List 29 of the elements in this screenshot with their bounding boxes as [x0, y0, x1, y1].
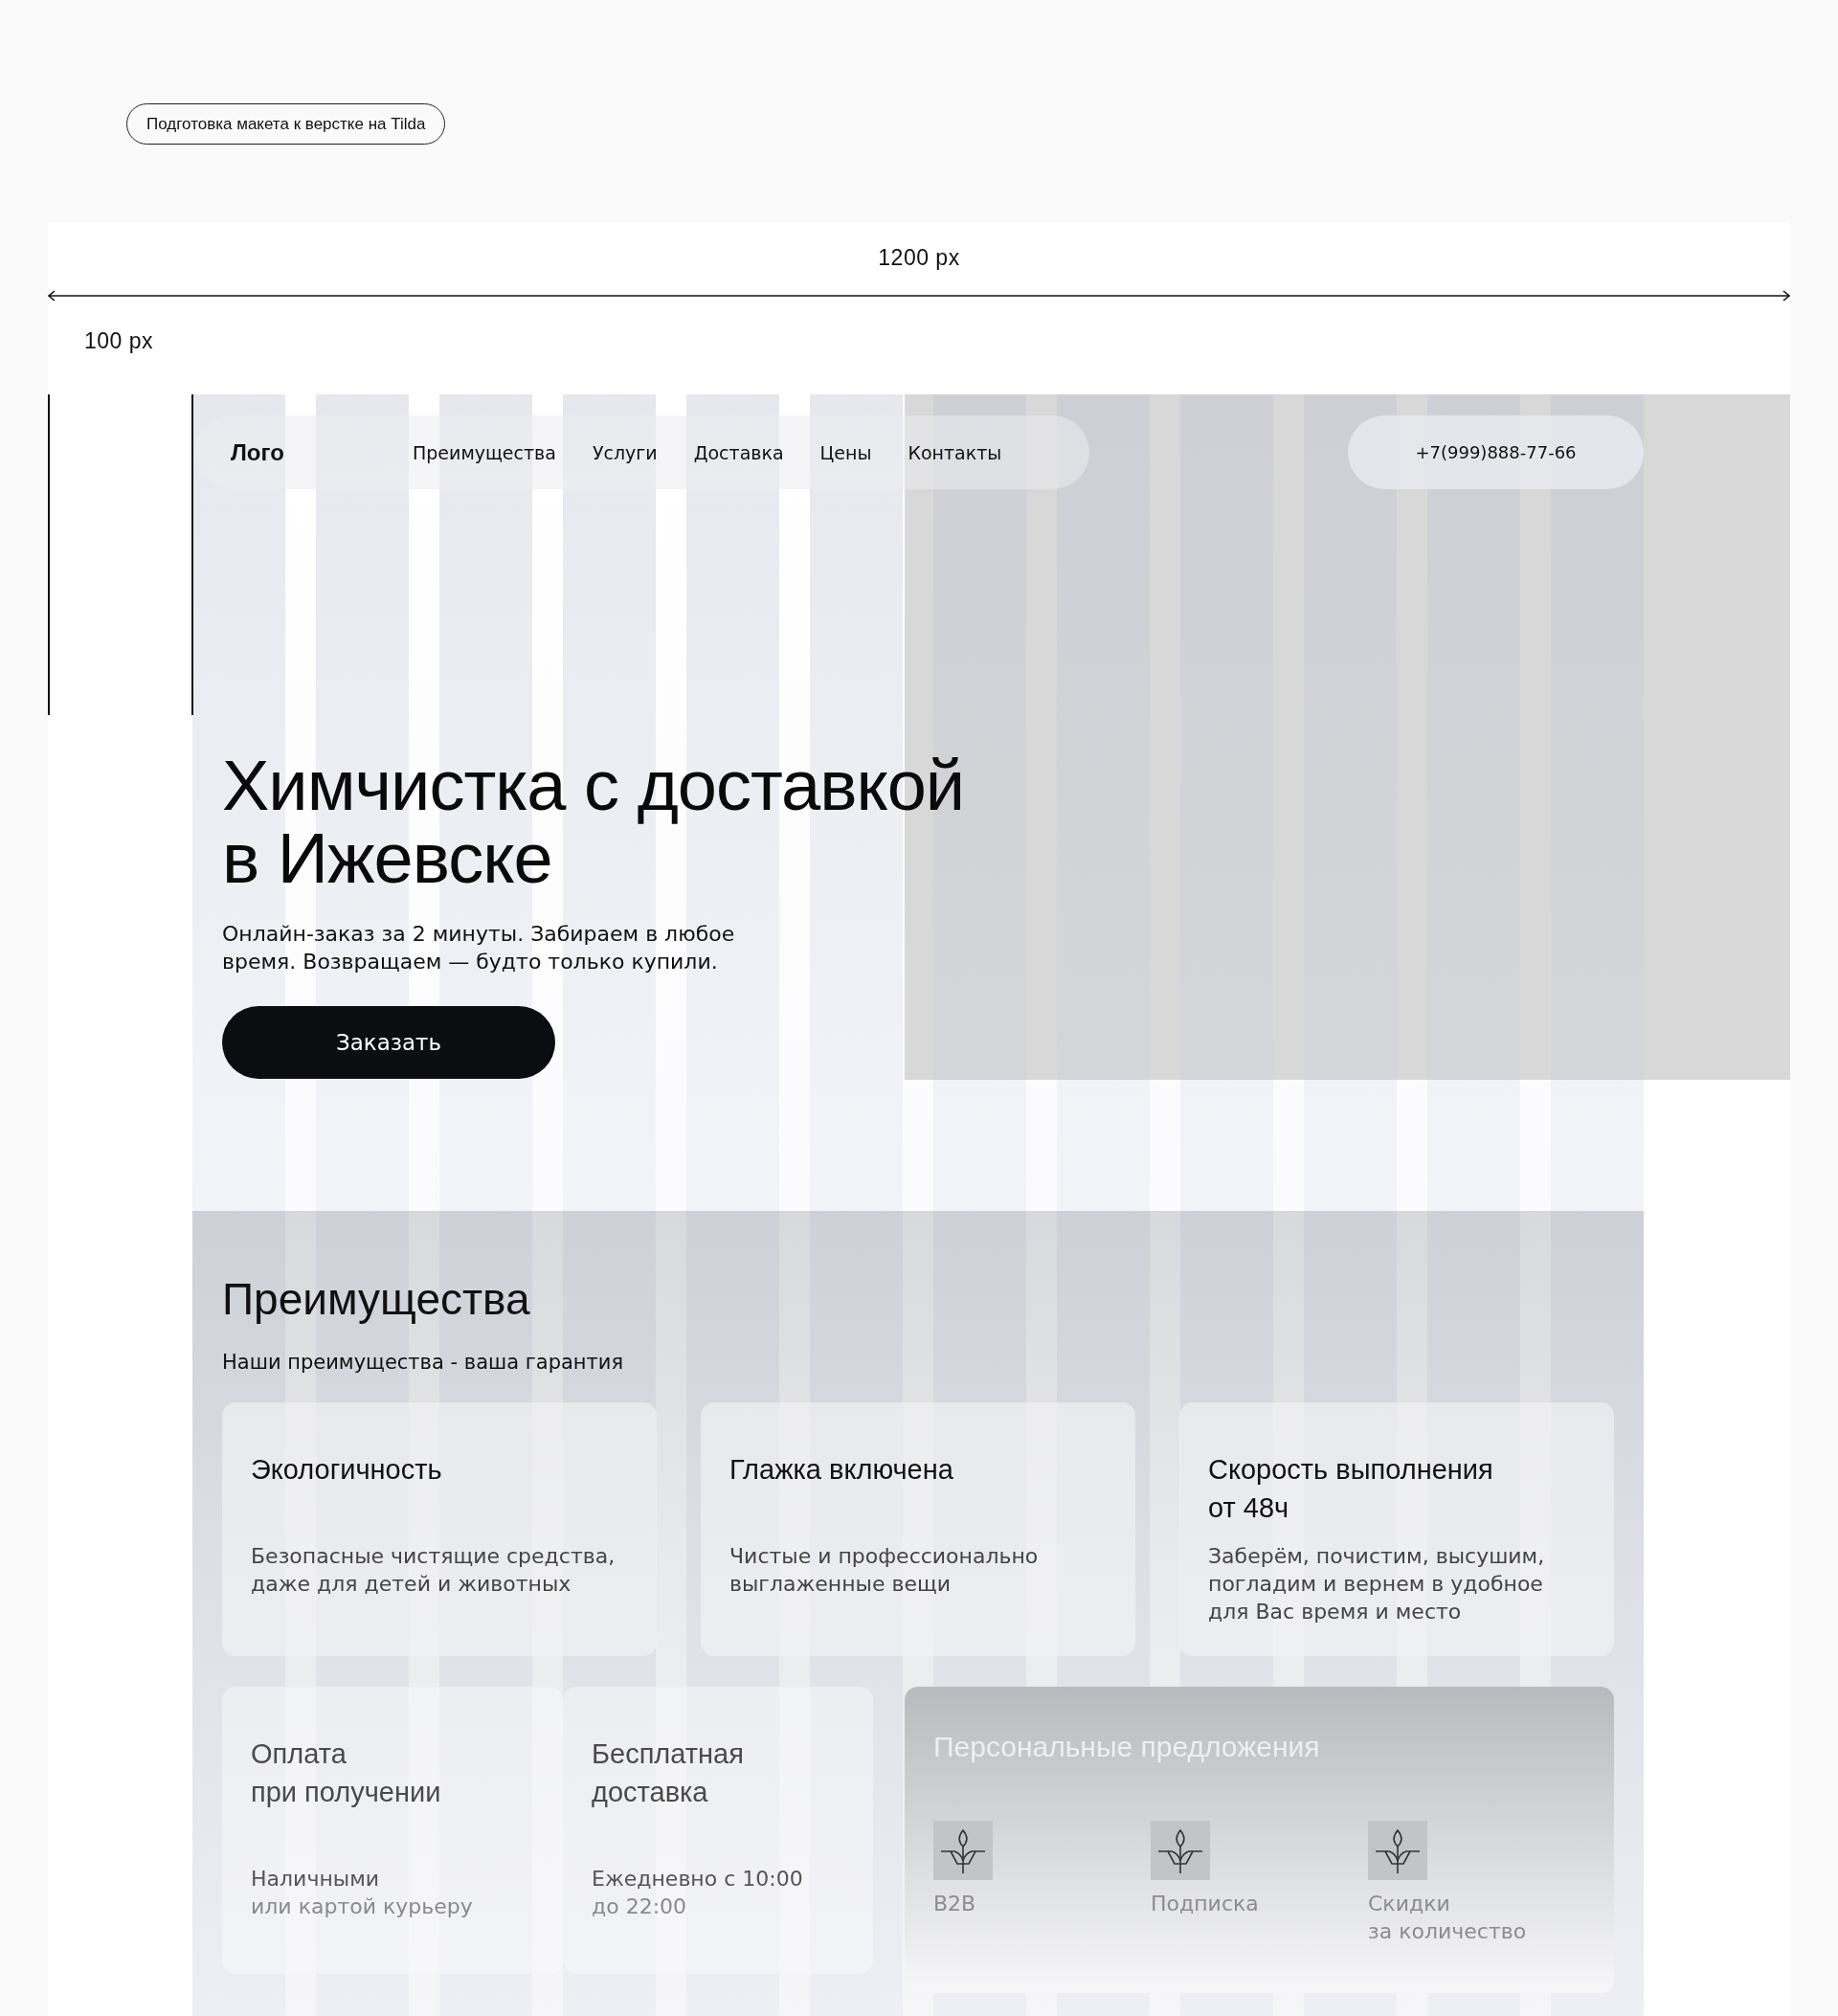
- card-title: Глажка включена: [729, 1453, 954, 1487]
- margin-label: 100 px: [84, 328, 154, 354]
- card-title: Оплата при получении: [251, 1737, 442, 1809]
- section-subtitle: Наши преимущества - ваша гарантия: [222, 1351, 625, 1374]
- lotus-icon: [933, 1821, 993, 1880]
- lotus-icon: [1151, 1821, 1210, 1880]
- nav-link[interactable]: Услуги: [592, 441, 658, 463]
- order-button[interactable]: Заказать: [222, 1006, 555, 1079]
- section-title: Преимущества: [222, 1273, 531, 1326]
- card-text: Наличными: [251, 1866, 381, 1893]
- nav-link[interactable]: Преимущества: [413, 441, 556, 463]
- card-text: Чистые и профессионально выглаженные вещи: [729, 1543, 1040, 1598]
- width-label: 1200 px: [878, 245, 960, 271]
- nav-link[interactable]: Контакты: [908, 441, 1002, 463]
- hero-title: Химчистка с доставкой в Ижевске: [222, 750, 966, 895]
- nav-link[interactable]: Цены: [819, 441, 872, 463]
- card-title: Экологичность: [251, 1453, 443, 1487]
- hero-subtitle: Онлайн-заказ за 2 минуты. Забираем в любое время. Возвращаем — будто только купили.: [222, 921, 736, 975]
- nav-link[interactable]: Доставка: [693, 441, 784, 463]
- card-title: Скорость выполнения от 48ч: [1208, 1453, 1494, 1525]
- card-text: Ежедневно с 10:00: [592, 1866, 804, 1893]
- card-text: Заберём, почистим, высушим, погладим и вернем в удобное для Вас время и место: [1208, 1543, 1546, 1625]
- phone-button[interactable]: +7(999)888-77-66: [1348, 415, 1644, 489]
- card-title: Бесплатная доставка: [592, 1737, 745, 1809]
- card-text: Безопасные чистящие средства, даже для детей и животных: [251, 1543, 616, 1598]
- card-note: до 22:00: [592, 1893, 688, 1920]
- card-note: или картой курьеру: [251, 1893, 474, 1920]
- lotus-icon: [1368, 1821, 1427, 1880]
- logo[interactable]: Лого: [231, 438, 413, 466]
